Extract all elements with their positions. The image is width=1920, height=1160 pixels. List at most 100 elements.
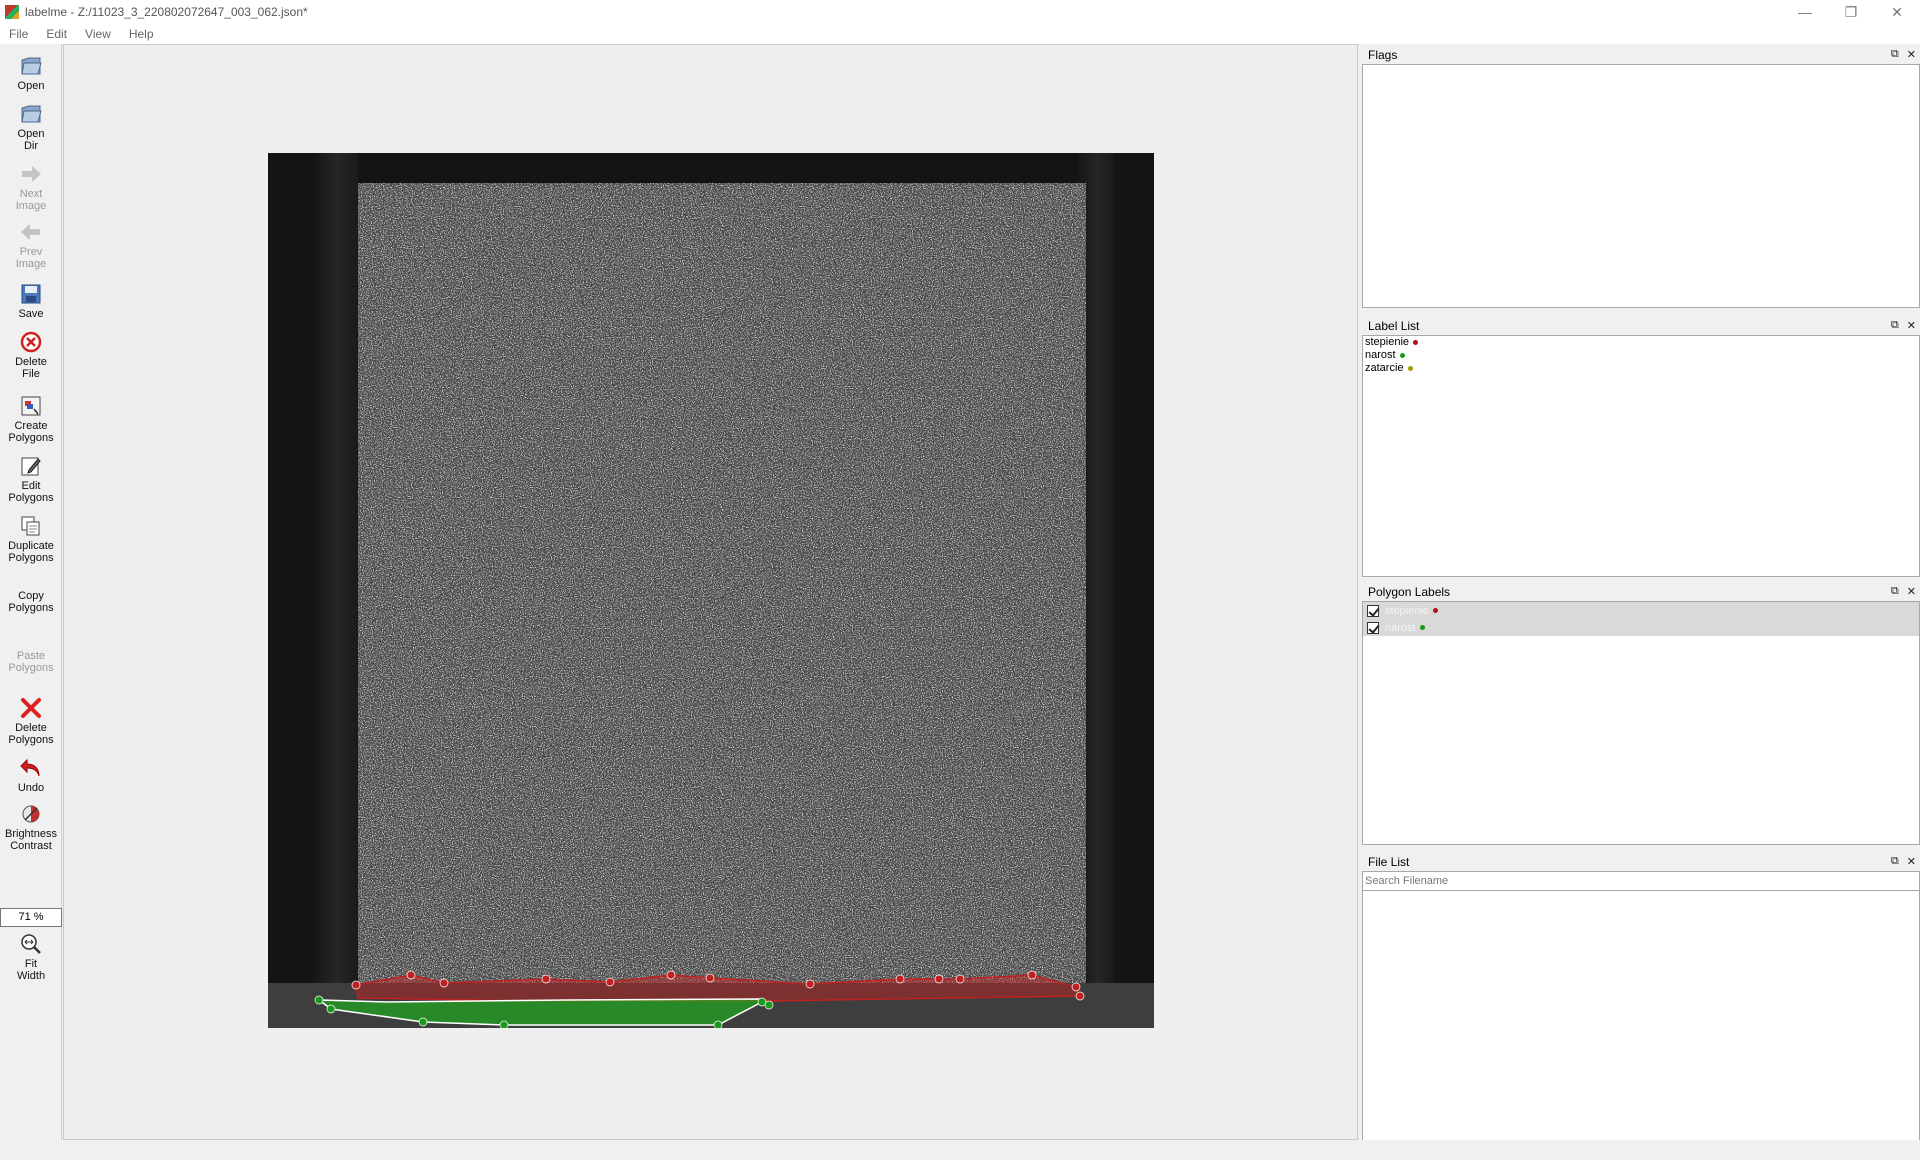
- float-icon[interactable]: ⧉: [1891, 319, 1899, 332]
- label-color-dot: [1419, 625, 1425, 630]
- flags-dock-controls: ⧉ ✕: [1891, 48, 1916, 61]
- edit-polygons-label: Edit Polygons: [8, 480, 54, 504]
- label-list-dock-controls: ⧉ ✕: [1891, 319, 1916, 332]
- menu-view[interactable]: View: [76, 27, 120, 41]
- open-button[interactable]: Open: [0, 54, 62, 92]
- menu-file[interactable]: File: [0, 27, 37, 41]
- list-item[interactable]: zatarcie: [1363, 362, 1919, 375]
- label-name: zatarcie: [1365, 362, 1404, 374]
- file-list-dock-title: File List: [1368, 855, 1410, 869]
- folder-open-icon: [21, 57, 42, 75]
- close-icon[interactable]: ✕: [1907, 855, 1916, 868]
- create-polygons-label: Create Polygons: [8, 420, 54, 444]
- brightness-contrast-icon: [22, 805, 40, 823]
- menu-help[interactable]: Help: [120, 27, 163, 41]
- delete-x-icon: [21, 698, 41, 718]
- float-icon[interactable]: ⧉: [1891, 585, 1899, 598]
- duplicate-icon: [21, 516, 40, 536]
- label-color-dot: [1433, 608, 1439, 613]
- file-list-dock-controls: ⧉ ✕: [1891, 855, 1916, 868]
- file-list[interactable]: [1362, 871, 1920, 1157]
- image-svg: [268, 153, 1154, 1028]
- polygon-labels-list[interactable]: stepienie narost: [1362, 601, 1920, 845]
- visibility-checkbox[interactable]: [1367, 604, 1379, 617]
- label-list-dock-header: Label List ⧉ ✕: [1362, 317, 1920, 335]
- delete-polygons-button[interactable]: Delete Polygons: [0, 696, 62, 746]
- undo-label: Undo: [17, 782, 45, 794]
- close-icon[interactable]: ✕: [1907, 48, 1916, 61]
- polygon-label-name: stepienie: [1385, 604, 1430, 617]
- paste-polygons-button[interactable]: Paste Polygons: [0, 650, 62, 674]
- open-dir-button[interactable]: Open Dir: [0, 102, 62, 152]
- polygon-labels-dock-header: Polygon Labels ⧉ ✕: [1362, 583, 1920, 601]
- duplicate-polygons-button[interactable]: Duplicate Polygons: [0, 514, 62, 564]
- label-color-dot: [1407, 366, 1413, 371]
- open-dir-label: Open Dir: [17, 128, 45, 152]
- create-polygons-button[interactable]: Create Polygons: [0, 394, 62, 444]
- arrow-left-icon: [21, 224, 40, 240]
- zoom-level-input[interactable]: 71 %: [0, 908, 62, 927]
- label-color-dot: [1399, 353, 1405, 358]
- list-item[interactable]: stepienie: [1363, 336, 1919, 349]
- fit-width-label: Fit Width: [16, 958, 46, 982]
- edit-polygons-button[interactable]: Edit Polygons: [0, 454, 62, 504]
- file-list-dock: File List ⧉ ✕: [1362, 853, 1920, 1157]
- label-list-dock: Label List ⧉ ✕ stepienie narost zatarcie: [1362, 317, 1920, 577]
- label-color-dot: [1413, 340, 1419, 345]
- list-item[interactable]: narost: [1363, 349, 1919, 362]
- minimize-button[interactable]: —: [1782, 0, 1828, 24]
- undo-button[interactable]: Undo: [0, 756, 62, 794]
- fit-width-button[interactable]: Fit Width: [0, 932, 62, 982]
- fit-width-icon: [21, 934, 41, 954]
- label-name: stepienie: [1365, 336, 1410, 348]
- brightness-contrast-label: Brightness Contrast: [5, 828, 57, 852]
- brightness-contrast-button[interactable]: Brightness Contrast: [0, 802, 62, 852]
- close-icon[interactable]: ✕: [1907, 319, 1916, 332]
- save-label: Save: [18, 308, 44, 320]
- label-name: narost: [1365, 349, 1396, 361]
- open-label: Open: [17, 80, 45, 92]
- floppy-disk-icon: [21, 284, 41, 304]
- delete-polygons-label: Delete Polygons: [8, 722, 54, 746]
- search-filename-input[interactable]: [1363, 872, 1919, 891]
- arrow-right-icon: [22, 166, 41, 182]
- float-icon[interactable]: ⧉: [1891, 48, 1899, 61]
- polygon-labels-dock-controls: ⧉ ✕: [1891, 585, 1916, 598]
- copy-polygons-button[interactable]: Copy Polygons: [0, 590, 62, 614]
- edit-pencil-icon: [21, 457, 41, 476]
- window-controls: — ❐ ✕: [1782, 0, 1920, 24]
- prev-image-button[interactable]: Prev Image: [0, 220, 62, 270]
- delete-file-button[interactable]: Delete File: [0, 330, 62, 380]
- flags-list[interactable]: [1362, 64, 1920, 308]
- next-image-button[interactable]: Next Image: [0, 162, 62, 212]
- label-list[interactable]: stepienie narost zatarcie: [1362, 335, 1920, 577]
- close-icon[interactable]: ✕: [1907, 585, 1916, 598]
- polygon-labels-dock: Polygon Labels ⧉ ✕ stepienie narost: [1362, 583, 1920, 845]
- labelme-app-icon: [5, 5, 19, 19]
- close-button[interactable]: ✕: [1874, 0, 1920, 24]
- flags-dock-header: Flags ⧉ ✕: [1362, 46, 1920, 64]
- polygon-label-row[interactable]: narost: [1363, 619, 1919, 636]
- title-bar: labelme - Z:/11023_3_220802072647_003_06…: [0, 0, 1920, 24]
- file-list-dock-header: File List ⧉ ✕: [1362, 853, 1920, 871]
- left-toolbar: Open Open Dir Next Image Prev Image Save: [0, 44, 62, 1140]
- create-polygon-icon: [21, 396, 41, 416]
- save-button[interactable]: Save: [0, 282, 62, 320]
- image-canvas[interactable]: [63, 44, 1358, 1140]
- restore-button[interactable]: ❐: [1828, 0, 1874, 24]
- polygon-label-row[interactable]: stepienie: [1363, 602, 1919, 619]
- delete-file-label: Delete File: [15, 356, 47, 380]
- window-title: labelme - Z:/11023_3_220802072647_003_06…: [25, 5, 308, 19]
- float-icon[interactable]: ⧉: [1891, 855, 1899, 868]
- undo-arrow-icon: [20, 758, 40, 777]
- visibility-checkbox[interactable]: [1367, 621, 1379, 634]
- label-list-dock-title: Label List: [1368, 319, 1420, 333]
- polygon-labels-dock-title: Polygon Labels: [1368, 585, 1451, 599]
- paste-polygons-label: Paste Polygons: [8, 650, 54, 674]
- annotated-image[interactable]: [268, 153, 1154, 1028]
- specimen-texture: [358, 183, 1086, 983]
- prev-image-label: Prev Image: [15, 246, 47, 270]
- delete-circle-icon: [20, 331, 42, 353]
- menu-edit[interactable]: Edit: [37, 27, 76, 41]
- polygon-label-name: narost: [1385, 621, 1416, 634]
